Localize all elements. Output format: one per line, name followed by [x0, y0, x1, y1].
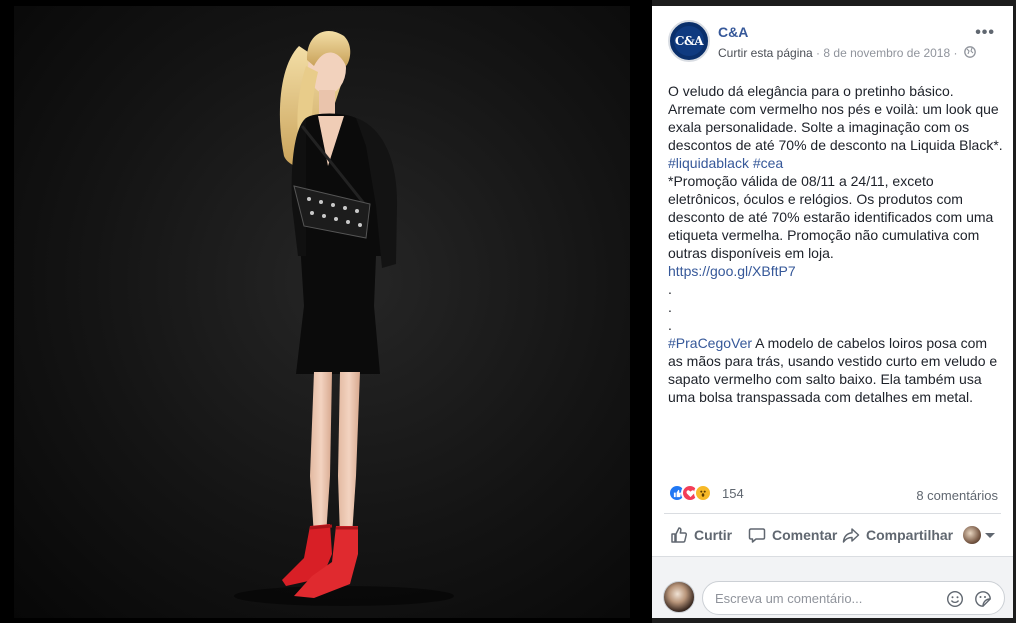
comment-button[interactable]: Comentar	[748, 522, 837, 548]
page-name-link[interactable]: C&A	[718, 24, 748, 40]
post-paragraph-3: #PraCegoVer A modelo de cabelos loiros p…	[668, 334, 1004, 406]
more-options-button[interactable]: •••	[975, 24, 995, 42]
post-meta: Curtir esta página · 8 de novembro de 20…	[718, 46, 976, 61]
brand-logo: C&A	[674, 26, 704, 56]
dot-line-1: .	[668, 281, 672, 297]
post-text-1: O veludo dá elegância para o pretinho bá…	[668, 83, 1003, 153]
user-avatar[interactable]	[663, 581, 695, 613]
share-icon	[842, 528, 860, 543]
globe-icon[interactable]	[963, 46, 976, 61]
model-illustration	[234, 30, 454, 606]
share-button[interactable]: Compartilhar	[842, 522, 953, 548]
action-bar: Curtir Comentar Compartilhar	[664, 518, 1001, 552]
post-date[interactable]: 8 de novembro de 2018	[823, 46, 950, 60]
dot-line-3: .	[668, 317, 672, 333]
post-header: C&A C&A Curtir esta página · 8 de novemb…	[668, 20, 1001, 70]
post-photo[interactable]	[14, 6, 630, 618]
meta-separator: ·	[812, 46, 824, 60]
meta-separator-2: ·	[950, 46, 961, 60]
hashtag-pracegover[interactable]: #PraCegoVer	[668, 335, 752, 351]
comments-count-link[interactable]: 8 comentários	[916, 488, 998, 503]
divider	[664, 513, 1001, 514]
comment-input-box[interactable]	[702, 581, 1005, 615]
hashtag-liquidablack[interactable]: #liquidablack	[668, 155, 749, 171]
reaction-count[interactable]: 154	[722, 486, 744, 501]
reactions-bar: 154 8 comentários	[668, 484, 998, 504]
dot-line-2: .	[668, 299, 672, 315]
hashtag-cea[interactable]: #cea	[753, 155, 783, 171]
user-avatar-small	[963, 526, 981, 544]
promo-link[interactable]: https://goo.gl/XBftP7	[668, 263, 796, 279]
wow-reaction-icon	[694, 484, 712, 502]
post-as-selector[interactable]	[963, 522, 995, 548]
post-paragraph-1: O veludo dá elegância para o pretinho bá…	[668, 82, 1004, 172]
emoji-icon[interactable]	[946, 590, 964, 608]
like-icon	[671, 527, 688, 543]
post-message: O veludo dá elegância para o pretinho bá…	[668, 82, 1004, 406]
reaction-icons[interactable]	[668, 484, 722, 502]
like-button[interactable]: Curtir	[670, 522, 732, 548]
share-button-label: Compartilhar	[866, 527, 954, 543]
post-paragraph-2: *Promoção válida de 08/11 a 24/11, excet…	[668, 173, 994, 261]
post-panel: C&A C&A Curtir esta página · 8 de novemb…	[652, 6, 1013, 618]
like-page-link[interactable]: Curtir esta página	[718, 46, 813, 60]
comment-input[interactable]	[715, 589, 935, 607]
sticker-icon[interactable]	[974, 590, 992, 608]
photo-viewer	[0, 0, 652, 623]
caret-down-icon	[985, 532, 995, 538]
like-button-label: Curtir	[694, 527, 733, 543]
comment-icon	[748, 528, 766, 543]
page-avatar[interactable]: C&A	[668, 20, 710, 62]
comment-button-label: Comentar	[772, 527, 838, 543]
comment-composer	[652, 557, 1013, 618]
